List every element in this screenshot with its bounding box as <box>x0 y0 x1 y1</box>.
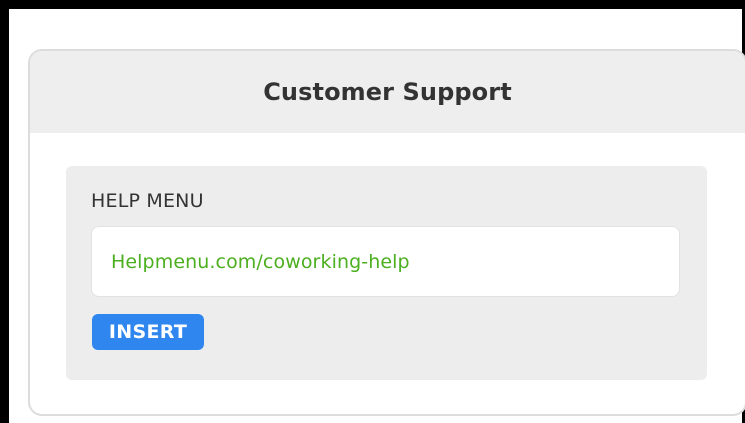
help-menu-url-value: Helpmenu.com/coworking-help <box>111 250 410 273</box>
help-menu-label: HELP MENU <box>91 190 204 212</box>
customer-support-card: Customer Support HELP MENU Helpmenu.com/… <box>28 49 745 416</box>
insert-button[interactable]: INSERT <box>92 314 204 350</box>
window-frame: Customer Support HELP MENU Helpmenu.com/… <box>0 0 745 423</box>
card-title: Customer Support <box>263 78 512 106</box>
help-menu-panel: HELP MENU Helpmenu.com/coworking-help IN… <box>66 166 707 380</box>
card-header: Customer Support <box>30 51 745 133</box>
help-menu-url-field[interactable]: Helpmenu.com/coworking-help <box>91 226 680 297</box>
